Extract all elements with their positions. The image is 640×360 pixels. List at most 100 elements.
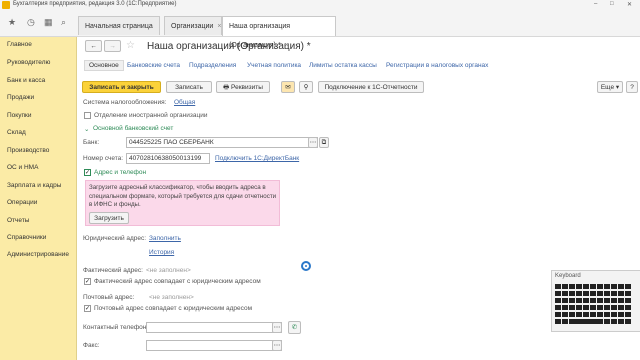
sidebar-item-sales[interactable]: Продажи — [7, 94, 34, 101]
paperclip-icon: ⚲ — [303, 84, 309, 91]
notice-text: Загрузите адресный классификатор, чтобы … — [89, 184, 277, 208]
legal-address-label: Юридический адрес: — [83, 235, 147, 242]
form-title: Наша организация (Организация) * — [147, 41, 311, 52]
account-field[interactable]: 40702810638050013199 — [126, 153, 210, 164]
postal-address-value[interactable]: <не заполнен> — [149, 294, 194, 301]
history-icon[interactable]: ◷ — [27, 17, 35, 28]
window-title: Бухгалтерия предприятия, редакция 3.0 (1… — [13, 1, 177, 7]
search-icon[interactable]: ⌕ — [61, 17, 66, 28]
onscreen-keyboard[interactable]: Keyboard — [551, 270, 640, 332]
tab-label: Организации — [171, 23, 214, 30]
phone-call-button[interactable]: ✆ — [288, 321, 301, 334]
tab-tax-registrations[interactable]: Регистрации в налоговых органах — [386, 62, 488, 69]
actual-same-label: Фактический адрес совпадает с юридически… — [94, 278, 261, 285]
keyboard-title: Keyboard — [555, 273, 581, 279]
favorite-star-icon[interactable]: ☆ — [126, 40, 135, 51]
phone-more-button[interactable]: ⋯ — [272, 322, 282, 333]
keyboard-row[interactable] — [555, 312, 637, 317]
sidebar-item-main[interactable]: Главное — [7, 41, 32, 48]
grid-apps-icon[interactable]: ▦ — [44, 17, 53, 28]
help-button[interactable]: ? — [626, 81, 638, 93]
tab-main[interactable]: Основное — [84, 60, 124, 71]
load-classifier-button[interactable]: Загрузить — [89, 212, 129, 224]
bank-label: Банк: — [83, 139, 100, 146]
save-button[interactable]: Записать — [166, 81, 212, 93]
keyboard-row[interactable] — [555, 291, 637, 296]
bank-section-title[interactable]: Основной банковский счет — [93, 125, 173, 132]
legal-address-fill-link[interactable]: Заполнить — [149, 235, 181, 242]
cursor-target-icon — [301, 261, 311, 271]
tax-system-link[interactable]: Общая — [174, 99, 195, 106]
sidebar-item-purchases[interactable]: Покупки — [7, 112, 31, 119]
tab-organizations[interactable]: Организации × — [164, 16, 222, 35]
tab-label: Начальная страница — [85, 23, 153, 30]
account-label: Номер счета: — [83, 155, 124, 162]
phone-label: Контактный телефон: — [83, 324, 149, 331]
keyboard-row[interactable] — [555, 298, 637, 303]
email-icon: ✉ — [285, 84, 291, 91]
direct-bank-link[interactable]: Подключить 1С:ДиректБанк — [215, 155, 299, 162]
close-tab-icon[interactable]: × — [217, 23, 221, 30]
actual-address-value[interactable]: <не заполнен> — [146, 267, 191, 274]
fax-more-button[interactable]: ⋯ — [272, 340, 282, 351]
foreign-branch-checkbox[interactable] — [84, 112, 91, 119]
tab-home[interactable]: Начальная страница — [78, 16, 160, 35]
bank-field[interactable]: 044525225 ПАО СБЕРБАНК — [126, 137, 318, 148]
maximize-icon[interactable]: □ — [610, 1, 614, 7]
sidebar-item-production[interactable]: Производство — [7, 147, 49, 154]
requisites-button[interactable]: 🖶 Реквизиты — [216, 81, 270, 93]
favorites-star-icon[interactable]: ★ — [8, 17, 16, 28]
fax-field[interactable] — [146, 340, 282, 351]
forward-button[interactable]: → — [104, 40, 121, 52]
close-window-icon[interactable]: ✕ — [627, 1, 632, 8]
collapse-chevron-icon[interactable]: ⌄ — [84, 125, 89, 133]
minimize-icon[interactable]: – — [594, 1, 597, 7]
bank-open-button[interactable]: ⧉ — [319, 137, 329, 148]
keyboard-row[interactable] — [555, 305, 637, 310]
tab-bank-accounts[interactable]: Банковские счета — [127, 62, 180, 69]
connect-reporting-button[interactable]: Подключение к 1С-Отчетности — [318, 81, 424, 93]
more-button[interactable]: Еще ▾ — [597, 81, 623, 93]
save-and-close-button[interactable]: Записать и закрыть — [82, 81, 161, 93]
actual-address-label: Фактический адрес: — [83, 267, 143, 274]
more-label: Еще — [600, 84, 615, 91]
tab-accounting-policy[interactable]: Учетная политика — [247, 62, 301, 69]
sidebar-item-admin[interactable]: Администрирование — [7, 251, 69, 258]
fax-label: Факс: — [83, 342, 100, 349]
address-classifier-notice: Загрузите адресный классификатор, чтобы … — [85, 180, 280, 226]
sidebar-item-warehouse[interactable]: Склад — [7, 129, 26, 136]
legal-address-history-link[interactable]: История — [149, 249, 174, 256]
address-section-checkbox[interactable]: ✓ — [84, 169, 91, 176]
tab-cash-limits[interactable]: Лимиты остатка кассы — [309, 62, 377, 69]
bank-dropdown-button[interactable]: ⋯ — [308, 137, 318, 148]
postal-address-label: Почтовый адрес: — [83, 294, 135, 301]
attach-button[interactable]: ⚲ — [299, 81, 313, 93]
email-button[interactable]: ✉ — [281, 81, 295, 93]
phone-field[interactable] — [146, 322, 282, 333]
sidebar: Главное Руководителю Банк и касса Продаж… — [0, 37, 77, 360]
phone-icon: ✆ — [291, 324, 298, 331]
tab-divisions[interactable]: Подразделения — [189, 62, 236, 69]
tab-our-organization[interactable]: Наша организация (Организация) * × — [222, 16, 336, 49]
requisites-label: Реквизиты — [231, 84, 263, 91]
sidebar-item-references[interactable]: Справочники — [7, 234, 46, 241]
app-logo-icon — [2, 1, 10, 9]
top-toolbar: ★ ◷ ▦ ⌕ Начальная страница Организации × … — [0, 10, 640, 49]
keyboard-row[interactable] — [555, 319, 637, 324]
sidebar-item-director[interactable]: Руководителю — [7, 59, 50, 66]
actual-same-checkbox[interactable]: ✓ — [84, 278, 91, 285]
address-section-title[interactable]: Адрес и телефон — [94, 169, 146, 176]
back-button[interactable]: ← — [85, 40, 102, 52]
keyboard-row[interactable] — [555, 284, 637, 289]
print-icon: 🖶 — [223, 84, 232, 91]
sidebar-item-reports[interactable]: Отчеты — [7, 217, 29, 224]
foreign-branch-label: Отделение иностранной организации — [94, 112, 208, 119]
sidebar-item-assets[interactable]: ОС и НМА — [7, 164, 38, 171]
sidebar-item-payroll[interactable]: Зарплата и кадры — [7, 182, 61, 189]
postal-same-label: Почтовый адрес совпадает с юридическим а… — [94, 305, 253, 312]
postal-same-checkbox[interactable]: ✓ — [84, 305, 91, 312]
tax-system-label: Система налогообложения: — [83, 99, 167, 106]
sidebar-item-operations[interactable]: Операции — [7, 199, 37, 206]
chevron-down-icon: ▾ — [615, 84, 620, 91]
sidebar-item-bank[interactable]: Банк и касса — [7, 77, 45, 84]
